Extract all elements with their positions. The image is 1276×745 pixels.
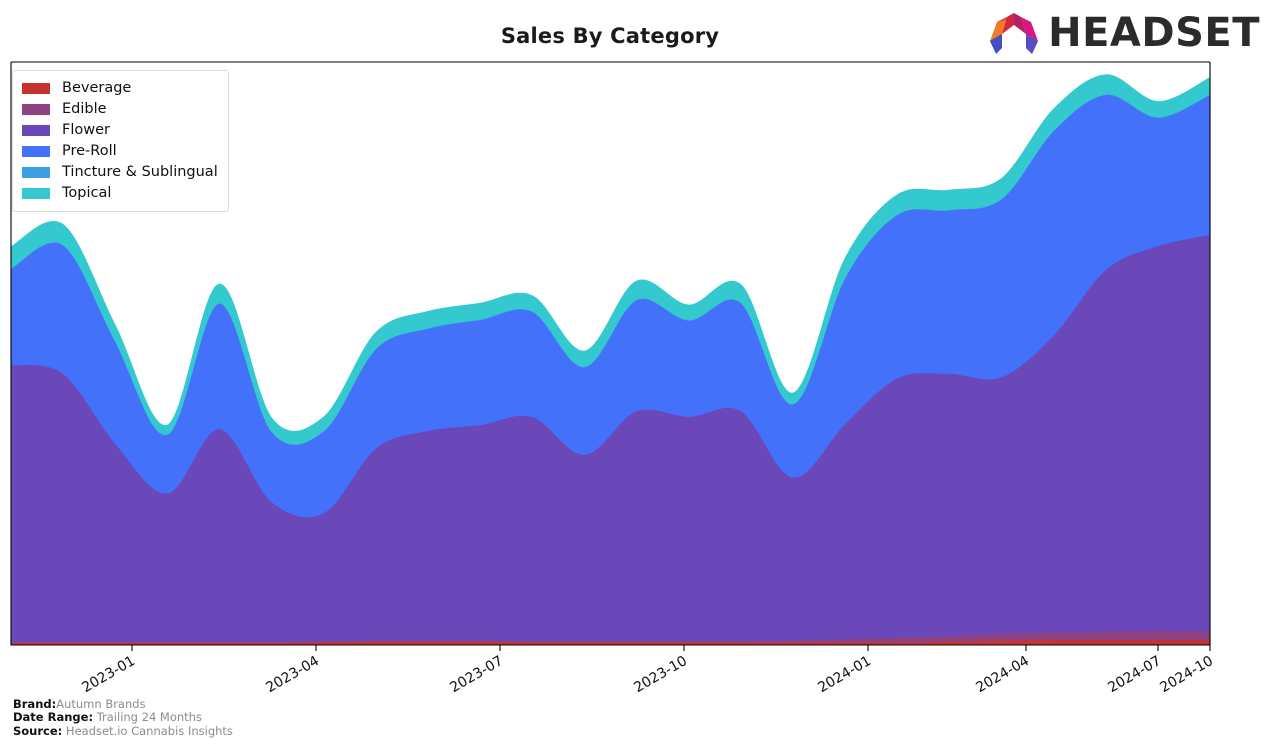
legend-item[interactable]: Edible bbox=[22, 99, 218, 120]
legend-item-label: Topical bbox=[62, 185, 112, 202]
footer-key: Brand: bbox=[13, 696, 57, 711]
legend-swatch-icon bbox=[22, 146, 50, 157]
legend-item-label: Edible bbox=[62, 101, 107, 118]
footer-value: Headset.io Cannabis Insights bbox=[62, 723, 233, 738]
chart-page: Sales By Category HEADSET Beverage Edible… bbox=[0, 0, 1276, 745]
headset-hexagon-logo-icon bbox=[990, 13, 1039, 54]
legend-item[interactable]: Topical bbox=[22, 183, 218, 204]
legend-item-label: Flower bbox=[62, 122, 110, 139]
legend-item-label: Tincture & Sublingual bbox=[62, 164, 218, 181]
footer-row: Date Range: Trailing 24 Months bbox=[13, 710, 233, 725]
legend-swatch-icon bbox=[22, 104, 50, 115]
legend-swatch-icon bbox=[22, 83, 50, 94]
legend-item[interactable]: Flower bbox=[22, 120, 218, 141]
chart-footer: Brand:Autumn Brands Date Range: Trailing … bbox=[13, 696, 233, 739]
footer-value: Trailing 24 Months bbox=[93, 710, 202, 724]
footer-row: Source: Headset.io Cannabis Insights bbox=[13, 723, 233, 739]
headset-logo: HEADSET bbox=[988, 8, 1260, 58]
footer-value: Autumn Brands bbox=[56, 696, 146, 711]
legend-item[interactable]: Tincture & Sublingual bbox=[22, 162, 218, 183]
headset-logo-text: HEADSET bbox=[1048, 10, 1260, 56]
chart-legend: Beverage Edible Flower Pre-Roll Tincture & S… bbox=[12, 70, 229, 212]
footer-row: Brand:Autumn Brands bbox=[13, 696, 233, 712]
legend-swatch-icon bbox=[22, 167, 50, 178]
legend-item-label: Beverage bbox=[62, 80, 132, 97]
x-axis-ticks bbox=[131, 645, 1211, 651]
footer-key: Date Range: bbox=[13, 710, 94, 724]
legend-item-label: Pre-Roll bbox=[62, 143, 117, 160]
legend-swatch-icon bbox=[22, 188, 50, 199]
legend-item[interactable]: Beverage bbox=[22, 78, 218, 99]
legend-swatch-icon bbox=[22, 125, 50, 136]
footer-key: Source: bbox=[13, 723, 63, 738]
legend-item[interactable]: Pre-Roll bbox=[22, 141, 218, 162]
